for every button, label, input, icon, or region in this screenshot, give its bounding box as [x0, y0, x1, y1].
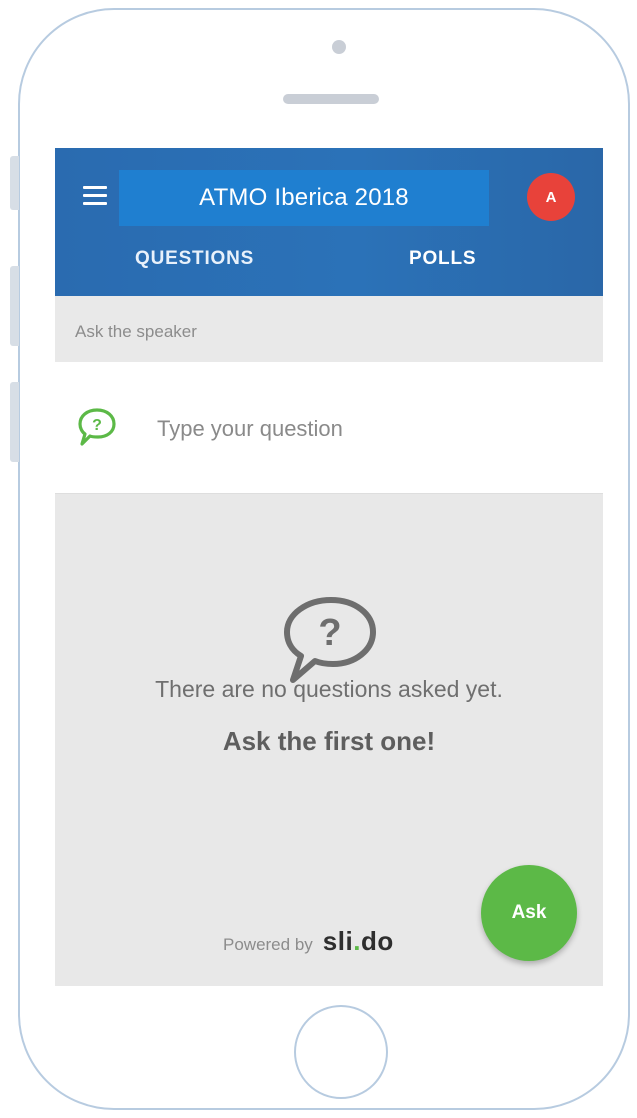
app-bar: ATMO Iberica 2018 A QUESTIONS POLLS: [55, 148, 603, 296]
slido-logo: sli.do: [322, 926, 394, 956]
tab-polls[interactable]: POLLS: [409, 248, 476, 270]
empty-state-cta: Ask the first one!: [222, 726, 436, 756]
powered-by-label: Powered by: [223, 935, 313, 954]
ask-speaker-label: Ask the speaker: [55, 296, 603, 362]
question-bubble-icon: ?: [78, 408, 116, 446]
phone-home-button[interactable]: [294, 1005, 388, 1099]
phone-camera: [332, 40, 346, 54]
ask-button[interactable]: Ask: [481, 865, 577, 961]
svg-text:?: ?: [318, 612, 341, 654]
phone-side-button-mute: [10, 156, 19, 210]
phone-side-button-volume-up: [10, 266, 19, 346]
tab-questions[interactable]: QUESTIONS: [135, 248, 254, 270]
powered-by: Powered by sli.do: [223, 926, 394, 957]
empty-state-message: There are no questions asked yet.: [155, 676, 503, 702]
svg-text:?: ?: [92, 417, 102, 434]
user-avatar[interactable]: A: [527, 173, 575, 221]
hamburger-menu-icon[interactable]: [83, 186, 107, 206]
question-input[interactable]: [155, 412, 575, 446]
event-title: ATMO Iberica 2018: [119, 170, 489, 226]
phone-side-button-volume-down: [10, 382, 19, 462]
app-screen: ATMO Iberica 2018 A QUESTIONS POLLS Ask …: [55, 148, 603, 986]
question-input-row[interactable]: ?: [55, 362, 603, 494]
phone-speaker: [283, 94, 379, 104]
